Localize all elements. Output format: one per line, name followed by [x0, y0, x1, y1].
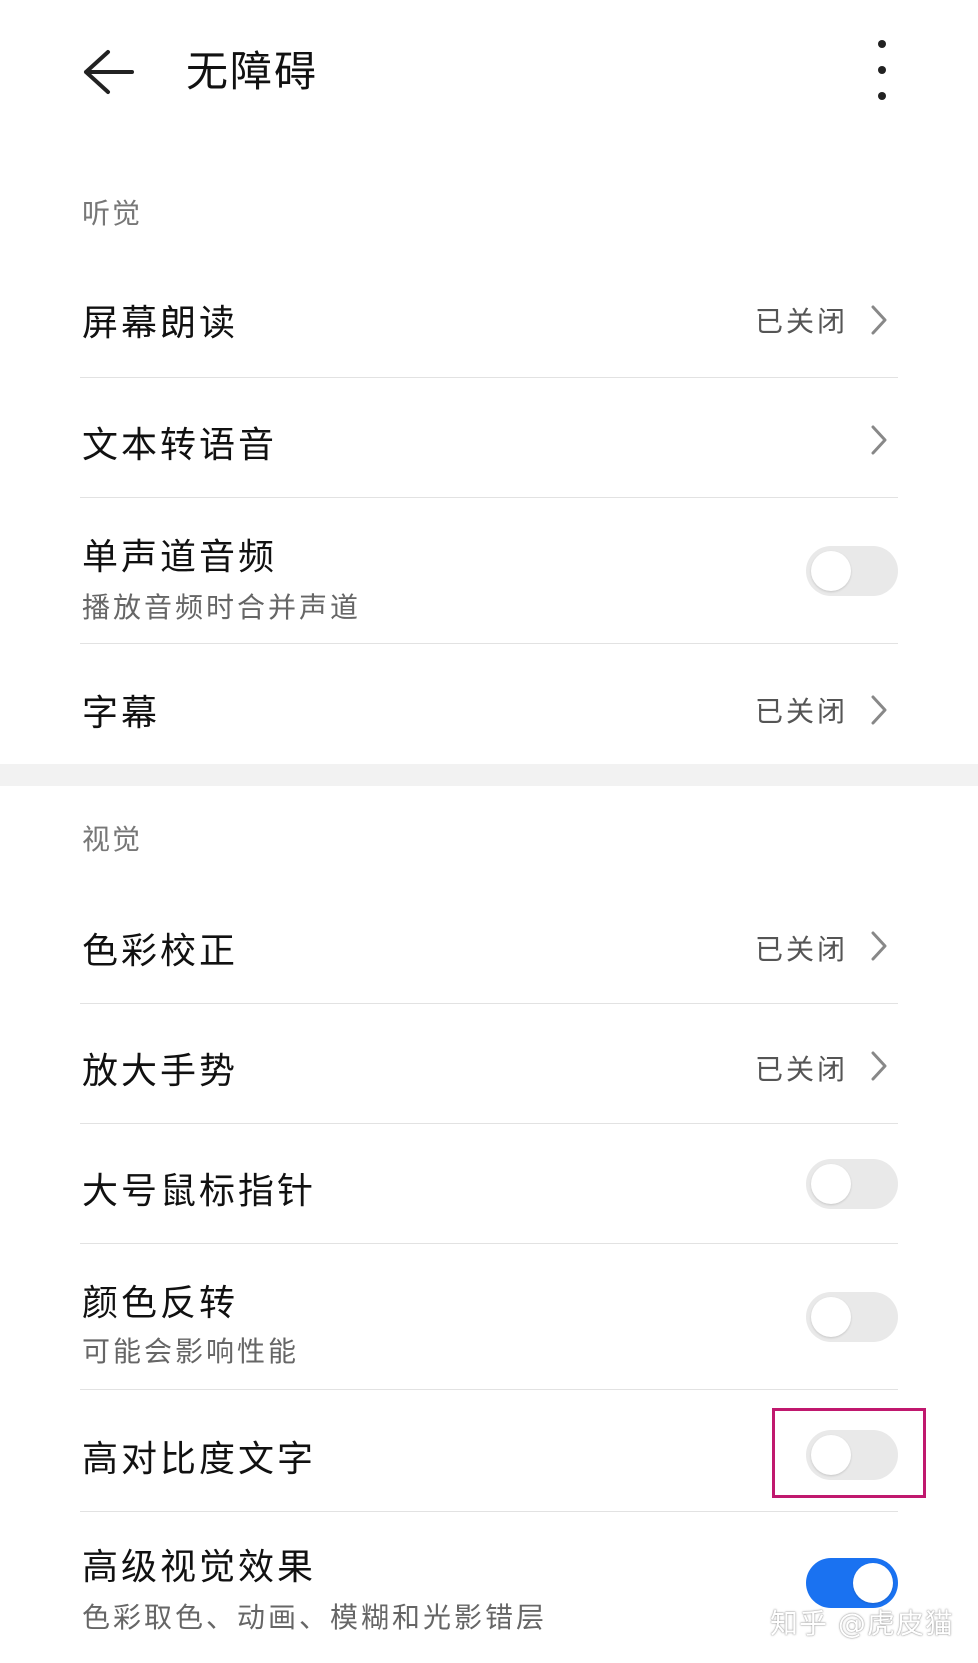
row-title: 字幕: [82, 693, 161, 734]
row-title: 色彩校正: [82, 931, 239, 972]
row-value: 已关闭: [754, 933, 848, 966]
row-color-inversion[interactable]: 颜色反转 可能会影响性能: [80, 1244, 898, 1390]
toggle-knob: [811, 551, 851, 591]
more-vertical-icon: [878, 40, 886, 48]
advanced-visual-toggle[interactable]: [806, 1558, 898, 1608]
row-mono-audio[interactable]: 单声道音频 播放音频时合并声道: [80, 498, 898, 644]
toggle-knob: [811, 1297, 851, 1337]
row-title: 单声道音频: [82, 537, 278, 578]
chevron-right-icon: [871, 695, 887, 725]
row-title: 大号鼠标指针: [82, 1171, 317, 1212]
row-large-pointer[interactable]: 大号鼠标指针: [80, 1124, 898, 1244]
chevron-right-icon: [871, 425, 887, 455]
row-title: 高对比度文字: [82, 1439, 317, 1480]
row-magnification[interactable]: 放大手势 已关闭: [80, 1004, 898, 1124]
row-value: 已关闭: [754, 695, 848, 728]
arrow-left-icon: [84, 50, 134, 94]
more-vertical-icon-dot: [878, 66, 886, 74]
back-button[interactable]: [78, 42, 138, 102]
row-subtitle: 色彩取色、动画、模糊和光影错层: [82, 1601, 548, 1634]
toggle-knob: [853, 1563, 893, 1603]
row-title: 文本转语音: [82, 425, 278, 466]
row-screen-reader[interactable]: 屏幕朗读 已关闭: [80, 260, 898, 378]
section-title-hearing: 听觉: [82, 197, 143, 230]
toggle-knob: [811, 1164, 851, 1204]
section-separator: [0, 764, 978, 786]
highlight-box: [772, 1408, 926, 1498]
large-pointer-toggle[interactable]: [806, 1159, 898, 1209]
more-options-button[interactable]: [856, 40, 908, 100]
chevron-right-icon: [871, 305, 887, 335]
row-title: 放大手势: [82, 1051, 239, 1092]
row-value: 已关闭: [754, 1053, 848, 1086]
row-title: 屏幕朗读: [82, 303, 239, 344]
row-text-to-speech[interactable]: 文本转语音: [80, 378, 898, 498]
row-title: 颜色反转: [82, 1283, 239, 1324]
row-captions[interactable]: 字幕 已关闭: [80, 644, 898, 764]
app-bar: 无障碍: [0, 0, 978, 150]
chevron-right-icon: [871, 1051, 887, 1081]
row-subtitle: 可能会影响性能: [82, 1335, 300, 1368]
row-color-correction[interactable]: 色彩校正 已关闭: [80, 886, 898, 1004]
chevron-right-icon: [871, 931, 887, 961]
row-title: 高级视觉效果: [82, 1547, 317, 1588]
page-title: 无障碍: [186, 47, 319, 96]
section-title-vision: 视觉: [82, 823, 143, 856]
row-value: 已关闭: [754, 305, 848, 338]
mono-audio-toggle[interactable]: [806, 546, 898, 596]
watermark: 知乎 @虎皮猫: [770, 1607, 954, 1640]
more-vertical-icon-dot: [878, 92, 886, 100]
row-subtitle: 播放音频时合并声道: [82, 591, 362, 624]
color-inversion-toggle[interactable]: [806, 1292, 898, 1342]
